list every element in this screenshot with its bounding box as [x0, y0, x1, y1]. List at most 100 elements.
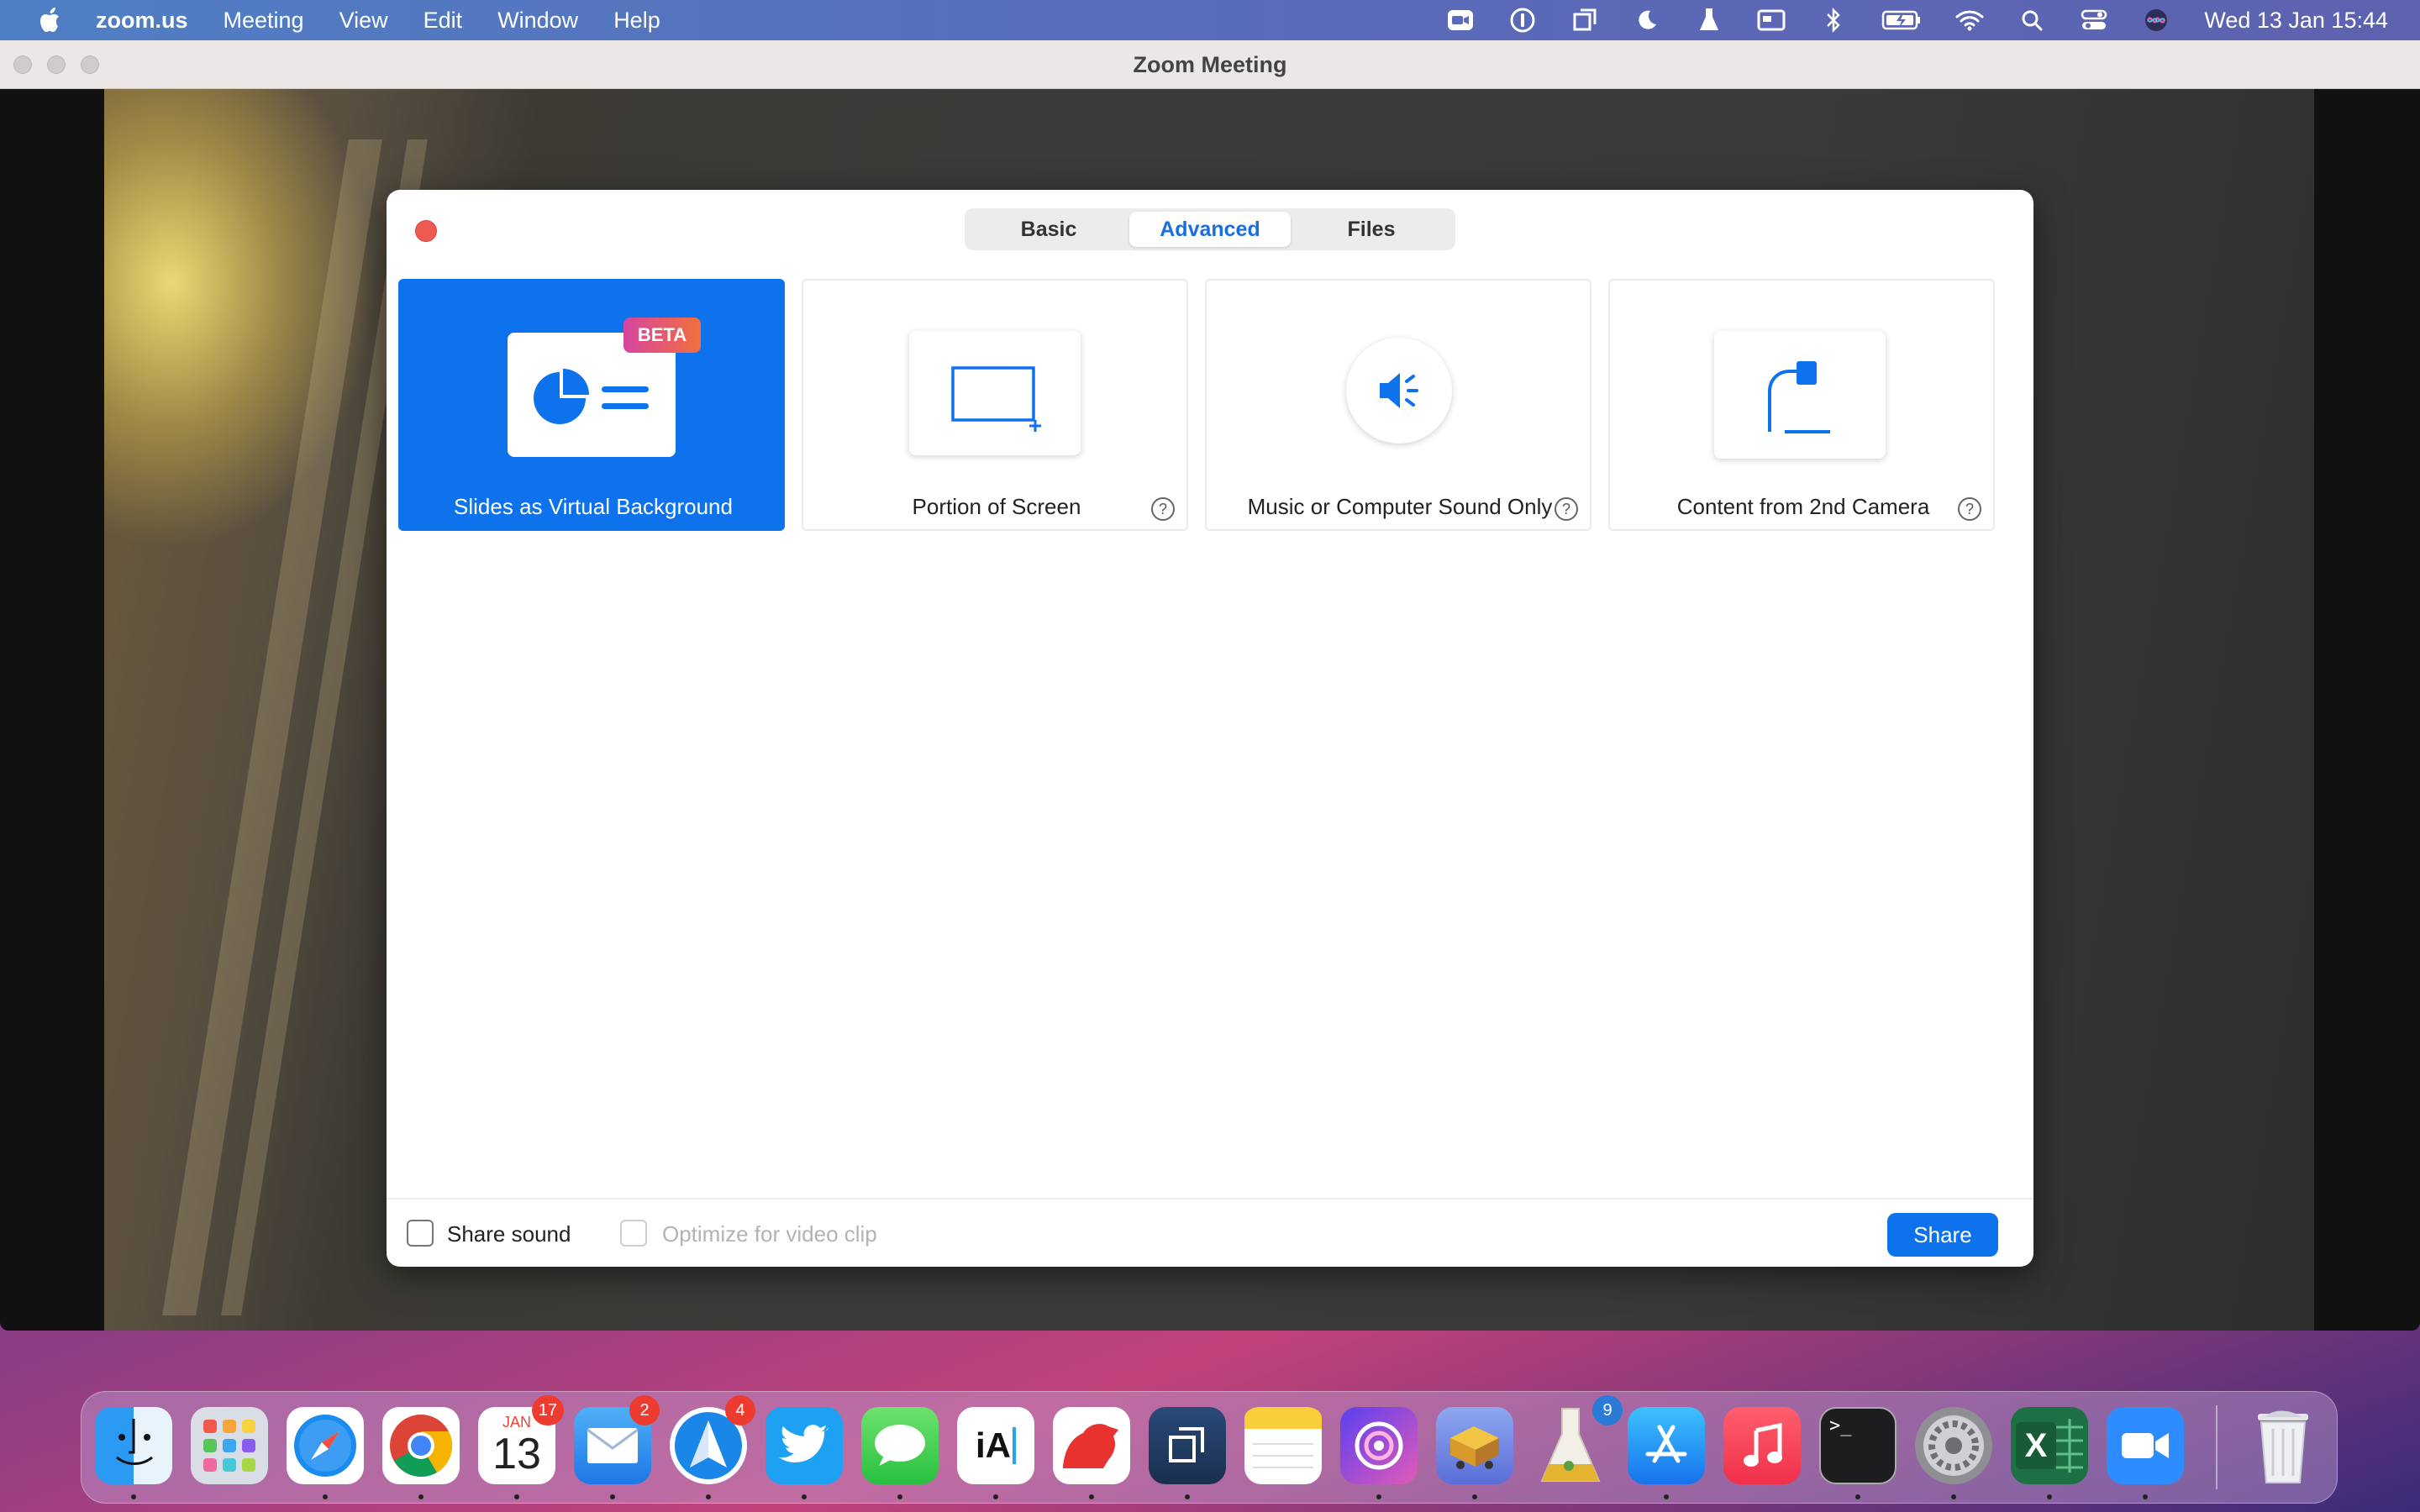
onepassword-icon[interactable]	[1508, 6, 1537, 34]
help-icon[interactable]: ?	[1151, 497, 1175, 521]
excel-icon[interactable]: X	[2011, 1407, 2088, 1484]
running-indicator	[610, 1494, 615, 1499]
option-slides-virtual-background[interactable]: BETA Slides as Virtual Background	[398, 279, 785, 531]
music-icon[interactable]	[1723, 1407, 1801, 1484]
help-icon[interactable]: ?	[1555, 497, 1578, 521]
option-second-camera[interactable]: Content from 2nd Camera ?	[1608, 279, 1995, 531]
option-computer-sound-only[interactable]: Music or Computer Sound Only ?	[1205, 279, 1591, 531]
share-button[interactable]: Share	[1887, 1213, 1998, 1257]
system-preferences-icon[interactable]	[1915, 1407, 1992, 1484]
running-indicator	[1664, 1494, 1669, 1499]
spark-icon[interactable]: 4	[670, 1395, 755, 1484]
beta-badge: BETA	[623, 318, 701, 353]
running-indicator	[514, 1494, 519, 1499]
help-icon[interactable]: ?	[1958, 497, 1981, 521]
share-sound-checkbox[interactable]	[407, 1220, 434, 1247]
running-indicator	[993, 1494, 998, 1499]
mail-icon[interactable]: 2	[574, 1395, 660, 1484]
running-indicator	[1472, 1494, 1477, 1499]
menu-window[interactable]: Window	[497, 8, 578, 34]
share-tabs: Basic Advanced Files	[965, 208, 1455, 250]
running-indicator	[2047, 1494, 2052, 1499]
menu-clock[interactable]: Wed 13 Jan 15:44	[2204, 8, 2388, 34]
option-portion-of-screen[interactable]: Portion of Screen ?	[802, 279, 1188, 531]
notes-icon[interactable]	[1244, 1407, 1322, 1484]
menu-view[interactable]: View	[339, 8, 388, 34]
zoom-status-icon[interactable]	[1446, 6, 1475, 34]
control-center-icon[interactable]	[2080, 6, 2108, 34]
apple-icon[interactable]	[34, 3, 67, 37]
trash-icon[interactable]	[2244, 1407, 2322, 1484]
dock-separator	[2216, 1405, 2217, 1489]
excel-letter: X	[2016, 1422, 2056, 1469]
flask-app-icon[interactable]: 9	[1532, 1395, 1623, 1484]
launchpad-icon[interactable]	[191, 1407, 268, 1484]
screens-icon[interactable]	[1570, 6, 1599, 34]
finder-icon[interactable]	[95, 1407, 172, 1484]
running-indicator	[1089, 1494, 1094, 1499]
menu-help[interactable]: Help	[613, 8, 660, 34]
zoom-icon[interactable]	[2107, 1407, 2184, 1484]
video-light-stripe	[162, 139, 382, 1315]
tab-basic[interactable]: Basic	[968, 212, 1129, 247]
optimize-video-label: Optimize for video clip	[662, 1221, 877, 1247]
share-sound-label[interactable]: Share sound	[447, 1221, 571, 1247]
document-camera-icon	[1714, 331, 1886, 459]
menu-meeting[interactable]: Meeting	[224, 8, 304, 34]
calendar-badge: 17	[531, 1395, 564, 1425]
running-indicator	[418, 1494, 424, 1499]
menu-app-name[interactable]: zoom.us	[96, 8, 188, 34]
card-icon[interactable]	[1757, 6, 1786, 34]
terminal-prompt: >_	[1829, 1415, 1852, 1436]
messages-icon[interactable]	[861, 1407, 939, 1484]
wifi-icon[interactable]	[1955, 6, 1984, 34]
ia-writer-text: iA	[976, 1425, 1011, 1465]
status-area: Wed 13 Jan 15:44	[1413, 0, 2388, 40]
app-store-icon[interactable]	[1628, 1407, 1705, 1484]
speaker-icon	[1346, 338, 1452, 444]
option-label: Portion of Screen	[912, 494, 1081, 519]
mail-badge: 2	[629, 1395, 660, 1425]
calendar-icon[interactable]: JAN 13 17	[478, 1395, 564, 1484]
running-indicator	[1855, 1494, 1860, 1499]
flask-app-badge: 9	[1592, 1395, 1623, 1425]
ia-cursor	[1013, 1427, 1016, 1464]
share-screen-dialog: Basic Advanced Files BETA Slides as Virt…	[387, 190, 2033, 1267]
running-indicator	[802, 1494, 807, 1499]
bear-icon[interactable]	[1053, 1407, 1130, 1484]
ia-writer-icon[interactable]: iA	[957, 1407, 1034, 1484]
moon-icon[interactable]	[1633, 6, 1661, 34]
screens-app-icon[interactable]	[1149, 1407, 1226, 1484]
dock: JAN 13 17 2 4 iA 9 >_ X	[81, 1391, 2338, 1504]
nova-icon[interactable]	[1340, 1407, 1418, 1484]
running-indicator	[323, 1494, 328, 1499]
search-icon[interactable]	[2018, 6, 2046, 34]
menu-edit[interactable]: Edit	[424, 8, 463, 34]
dialog-close-button[interactable]	[415, 220, 437, 242]
option-label: Content from 2nd Camera	[1676, 494, 1930, 519]
running-indicator	[706, 1494, 711, 1499]
tab-files[interactable]: Files	[1291, 212, 1452, 247]
menu-bar: zoom.us Meeting View Edit Window Help We…	[0, 0, 2420, 40]
transmit-icon[interactable]	[1436, 1407, 1513, 1484]
siri-icon[interactable]	[2142, 6, 2170, 34]
window-titlebar: Zoom Meeting	[0, 40, 2420, 89]
battery-charging-icon[interactable]	[1881, 6, 1922, 34]
bluetooth-icon[interactable]	[1819, 6, 1848, 34]
zoom-meeting-window: Zoom Meeting Basic Advanced Files BETA S…	[0, 40, 2420, 1331]
running-indicator	[897, 1494, 902, 1499]
screen-portion-icon	[909, 331, 1081, 455]
option-label: Music or Computer Sound Only	[1247, 494, 1553, 519]
safari-icon[interactable]	[287, 1407, 364, 1484]
flask-icon[interactable]	[1695, 6, 1723, 34]
running-indicator	[1376, 1494, 1381, 1499]
tab-advanced[interactable]: Advanced	[1129, 212, 1291, 247]
running-indicator	[2143, 1494, 2148, 1499]
twitter-icon[interactable]	[765, 1407, 843, 1484]
terminal-icon[interactable]: >_	[1819, 1407, 1897, 1484]
running-indicator	[1951, 1494, 1956, 1499]
dialog-footer: Share sound Optimize for video clip Shar…	[387, 1198, 2033, 1267]
running-indicator	[131, 1494, 136, 1499]
spark-badge: 4	[725, 1395, 755, 1425]
chrome-icon[interactable]	[382, 1407, 460, 1484]
